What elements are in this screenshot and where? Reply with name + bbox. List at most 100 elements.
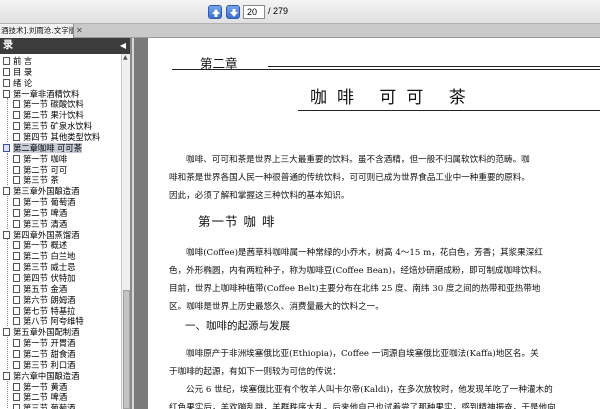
bookmark-item[interactable]: 第二节 果汁饮料 bbox=[13, 110, 84, 120]
bookmark-item[interactable]: 第六节 朗姆酒 bbox=[13, 295, 75, 305]
bookmark-item[interactable]: 第二节 可可 bbox=[13, 165, 67, 175]
bookmark-label: 第二节 甜食酒 bbox=[23, 348, 76, 359]
text-line: 于咖啡的起源，有如下一则较为可信的传说： bbox=[169, 367, 341, 377]
bookmark-item[interactable]: 第一节 概述 bbox=[13, 240, 67, 250]
bookmark-item[interactable]: 第五节 金酒 bbox=[13, 284, 67, 294]
bookmark-page-icon bbox=[13, 176, 20, 185]
bookmark-item[interactable]: 第一节 开胃酒 bbox=[13, 338, 75, 348]
bookmark-label: 第八节 阿夸维特 bbox=[23, 316, 84, 327]
bookmark-page-icon bbox=[13, 165, 20, 174]
sidebar-scroll-thumb[interactable] bbox=[123, 290, 130, 409]
bookmark-item[interactable]: 第六章中国酿造酒 bbox=[3, 371, 79, 381]
bookmark-label: 第二节 白兰地 bbox=[23, 251, 76, 262]
bookmark-item[interactable]: 第二节 啤酒 bbox=[13, 208, 67, 218]
bookmark-item[interactable]: 第三节 葡萄酒 bbox=[13, 403, 75, 409]
bookmark-item[interactable]: 第三节 利口酒 bbox=[13, 360, 75, 370]
text-line: 区。咖啡是世界上历史最悠久、消费量最大的饮料之一。 bbox=[169, 302, 384, 312]
bookmark-item[interactable]: 第七节 特基拉 bbox=[13, 306, 75, 316]
origin-paragraph: 咖啡原产于非洲埃塞俄比亚(Ethiopia)，Coffee 一词源自埃塞俄比亚咖… bbox=[169, 345, 595, 409]
bookmark-page-icon bbox=[13, 219, 20, 228]
coffee-paragraph: 咖啡(Coffee)是茜草科咖啡属一种常绿的小乔木，树高 4～15 m，花白色，… bbox=[169, 244, 595, 316]
bookmark-item[interactable]: 第二节 白兰地 bbox=[13, 251, 75, 261]
document-tab[interactable]: 酒技术].刘雨沧.文字版 bbox=[0, 24, 74, 38]
intro-paragraph: 咖啡、可可和茶是世界上三大最重要的饮料。虽不含酒精，但一般不归属软饮料的范畴。咖… bbox=[169, 151, 595, 205]
bookmark-page-icon bbox=[3, 187, 10, 196]
bookmark-label: 第二节 啤酒 bbox=[23, 207, 68, 218]
bookmark-page-icon bbox=[13, 263, 20, 272]
bookmark-item[interactable]: 第五章外国配制酒 bbox=[3, 327, 79, 337]
bookmark-page-icon bbox=[13, 252, 20, 261]
bookmark-label: 第三节 利口酒 bbox=[23, 359, 76, 370]
collapse-sidebar-icon[interactable]: ◀ bbox=[120, 38, 126, 54]
sidebar-scrollbar[interactable]: ▲ bbox=[121, 54, 130, 409]
bookmark-item[interactable]: 前 言 bbox=[3, 56, 32, 66]
bookmark-item[interactable]: 第一节 咖啡 bbox=[13, 154, 67, 164]
bookmark-item[interactable]: 第一节 碳酸饮料 bbox=[13, 99, 84, 109]
down-arrow-icon bbox=[230, 9, 238, 17]
bookmark-page-icon bbox=[13, 306, 20, 315]
bookmark-item[interactable]: 第二节 啤酒 bbox=[13, 392, 67, 402]
text-line: 咖啡、可可和茶是世界上三大最重要的饮料。虽不含酒精，但一般不归属软饮料的范畴。咖 bbox=[186, 155, 530, 165]
text-line: 红色果实后，羊欢蹦乱跳，羊群秩序大乱。后来他自己也试着尝了那种果实，感到精神振奋… bbox=[169, 403, 556, 409]
bookmark-label: 第六章中国酿造酒 bbox=[13, 370, 80, 381]
bookmark-label: 第二节 可可 bbox=[23, 164, 68, 175]
bookmark-label: 第五节 金酒 bbox=[23, 283, 68, 294]
page-number-input[interactable]: 20 bbox=[243, 5, 265, 19]
close-tab-icon[interactable]: ✕ bbox=[76, 26, 83, 35]
previous-page-button[interactable] bbox=[208, 5, 222, 19]
bookmark-page-icon bbox=[3, 328, 10, 337]
bookmark-item[interactable]: 第四节 伏特加 bbox=[13, 273, 75, 283]
bookmark-label: 第三节 茶 bbox=[23, 175, 59, 186]
bookmark-label: 第三章外国酿造酒 bbox=[13, 186, 80, 197]
bookmark-item[interactable]: 目 录 bbox=[3, 67, 32, 77]
toolbar: 20 / 279 bbox=[0, 0, 600, 24]
bookmark-page-icon bbox=[13, 154, 20, 163]
next-page-button[interactable] bbox=[226, 5, 240, 19]
bookmark-label: 第六节 朗姆酒 bbox=[23, 294, 76, 305]
document-viewport[interactable]: 第二章 咖啡 可可 茶 咖啡、可可和茶是世界上三大最重要的饮料。虽不含酒精，但一… bbox=[134, 38, 600, 409]
bookmark-label: 第二节 果汁饮料 bbox=[23, 110, 84, 121]
bookmark-label: 第三节 矿泉水饮料 bbox=[23, 121, 93, 132]
bookmark-label: 第一节 黄酒 bbox=[23, 381, 68, 392]
bookmark-page-icon bbox=[3, 78, 10, 87]
up-arrow-icon bbox=[212, 9, 220, 17]
text-line: 啡和茶是世界各国人民一种很普通的传统饮料，可可则已成为世界食品工业中一种重要的原… bbox=[169, 173, 530, 183]
bookmark-page-icon bbox=[13, 111, 20, 120]
bookmark-label: 第七节 特基拉 bbox=[23, 305, 76, 316]
text-line: 因此，必须了解和掌握这三种饮料的基本知识。 bbox=[169, 191, 350, 201]
bookmark-item[interactable]: 第三节 矿泉水饮料 bbox=[13, 121, 92, 131]
bookmark-label: 第三节 清酒 bbox=[23, 218, 68, 229]
bookmark-item[interactable]: 第二章咖啡 可可茶 bbox=[3, 142, 83, 153]
bookmark-page-icon bbox=[13, 274, 20, 282]
bookmark-item[interactable]: 第三节 威士忌 bbox=[13, 262, 75, 272]
bookmark-label: 第一节 开胃酒 bbox=[23, 338, 76, 349]
chapter-underline bbox=[172, 69, 600, 70]
bookmark-item[interactable]: 第三节 茶 bbox=[13, 175, 59, 185]
bookmark-label: 第一节 概述 bbox=[23, 240, 68, 251]
bookmark-item[interactable]: 第三章外国酿造酒 bbox=[3, 186, 79, 196]
section-title: 第一节 咖 啡 bbox=[198, 214, 276, 229]
bookmark-page-icon bbox=[13, 100, 20, 109]
bookmark-label: 第四章外国蒸馏酒 bbox=[13, 229, 80, 240]
bookmark-item[interactable]: 第二节 甜食酒 bbox=[13, 349, 75, 359]
tree-connector bbox=[7, 380, 8, 409]
bookmark-item[interactable]: 第一节 葡萄酒 bbox=[13, 197, 75, 207]
bookmark-item[interactable]: 第八节 阿夸维特 bbox=[13, 316, 84, 326]
bookmark-item[interactable]: 第四节 其他类型饮料 bbox=[13, 132, 100, 142]
bookmark-page-icon bbox=[3, 230, 10, 239]
bookmark-item[interactable]: 绪 论 bbox=[3, 78, 32, 88]
bookmark-item[interactable]: 第一节 黄酒 bbox=[13, 382, 67, 392]
bookmark-item[interactable]: 第四章外国蒸馏酒 bbox=[3, 230, 79, 240]
bookmark-page-icon bbox=[13, 404, 20, 409]
bookmark-label: 第一节 葡萄酒 bbox=[23, 197, 76, 208]
scroll-up-icon[interactable]: ▲ bbox=[123, 54, 128, 61]
bookmark-label: 第一章非酒精饮料 bbox=[13, 88, 80, 99]
bookmark-label: 第四节 伏特加 bbox=[23, 273, 76, 283]
bookmark-item[interactable]: 第一章非酒精饮料 bbox=[3, 89, 79, 99]
bookmark-page-icon bbox=[13, 198, 20, 207]
bookmark-label: 第二章咖啡 可可茶 bbox=[13, 142, 83, 153]
title-underline bbox=[298, 110, 600, 111]
bookmark-item[interactable]: 第三节 清酒 bbox=[13, 219, 67, 229]
bookmark-label: 前 言 bbox=[13, 56, 33, 66]
bookmark-label: 第三节 葡萄酒 bbox=[23, 403, 76, 409]
